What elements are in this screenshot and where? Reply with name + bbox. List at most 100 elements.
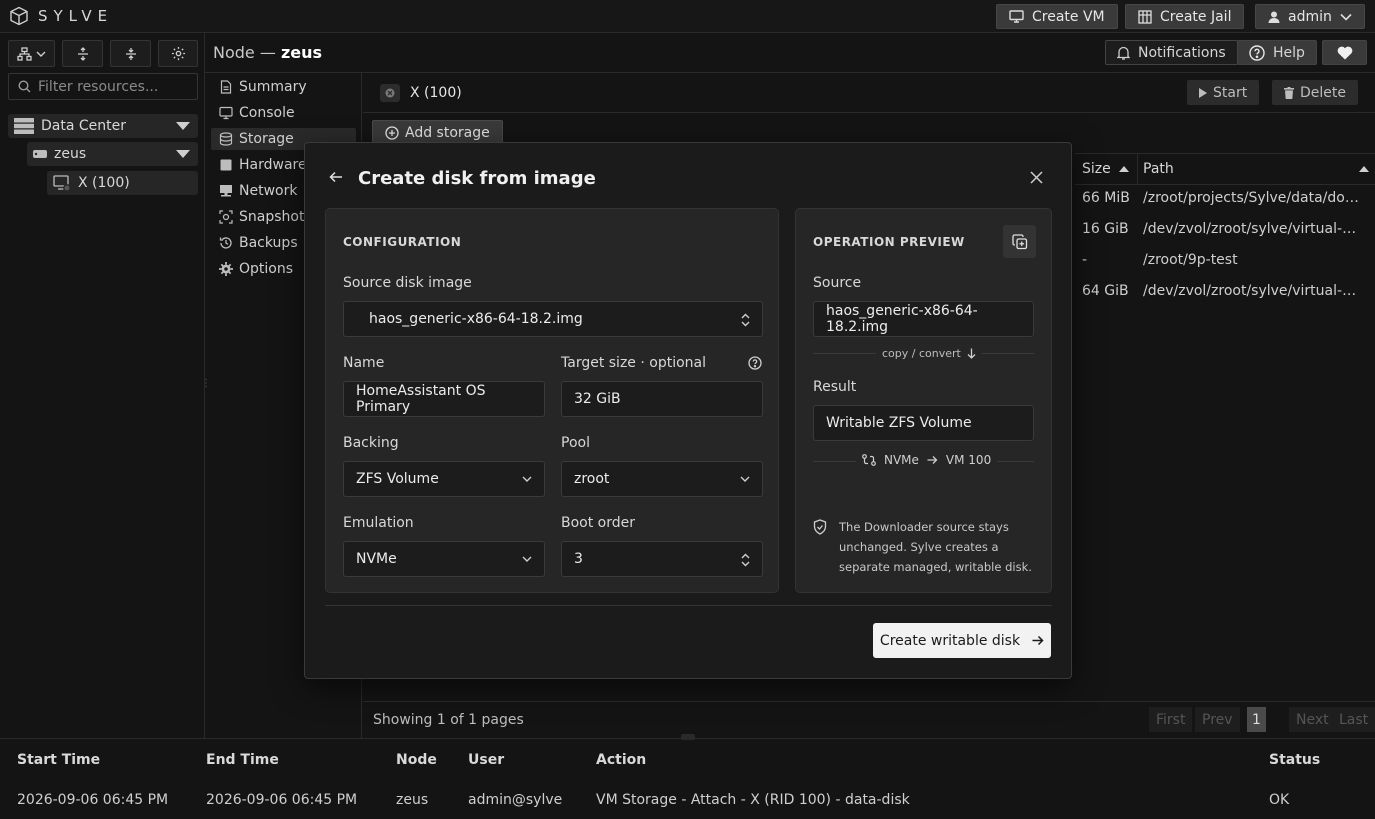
preview-heading: OPERATION PREVIEW <box>813 235 965 249</box>
column-size[interactable]: Size <box>1082 161 1129 177</box>
table-row[interactable]: - /zroot/9p-test <box>1075 245 1375 276</box>
sort-asc-icon <box>1118 166 1129 172</box>
cpu-icon <box>220 159 232 171</box>
cell-path: /dev/zvol/zroot/sylve/virtual-machines/1… <box>1143 221 1365 237</box>
log-header-user[interactable]: User <box>468 752 504 768</box>
expand-all-button[interactable] <box>62 40 103 67</box>
task-log-panel: Start Time End Time Node User Action Sta… <box>0 734 1375 819</box>
tree-item-vm[interactable]: X (100) <box>47 171 198 195</box>
resource-tree-panel: Filter resources... Data Center zeus X (… <box>0 33 211 738</box>
arrow-right-icon <box>927 456 938 464</box>
chevron-down-icon <box>1340 13 1352 21</box>
preview-source-value: haos_generic-x86-64-18.2.img <box>826 303 978 335</box>
pool-value: zroot <box>574 471 610 487</box>
table-row[interactable]: 66 MiB /zroot/projects/Sylve/data/downlo… <box>1075 183 1375 214</box>
column-divider <box>1137 154 1138 185</box>
backing-label: Backing <box>343 435 399 451</box>
pool-select[interactable]: zroot <box>561 461 763 497</box>
copy-button[interactable] <box>1003 225 1036 258</box>
add-storage-label: Add storage <box>405 124 490 141</box>
source-image-select[interactable]: haos_generic-x86-64-18.2.img <box>343 301 763 337</box>
server-icon <box>33 150 47 158</box>
operation-label: copy / convert <box>882 347 961 360</box>
boot-order-stepper[interactable]: 3 <box>561 541 763 577</box>
log-header-end[interactable]: End Time <box>206 752 279 768</box>
log-start-time: 2026-09-06 06:45 PM <box>17 792 169 808</box>
table-row[interactable]: 16 GiB /dev/zvol/zroot/sylve/virtual-mac… <box>1075 214 1375 245</box>
tree-item-label: zeus <box>54 146 87 162</box>
back-button[interactable] <box>329 171 343 183</box>
pager-first-button[interactable]: First <box>1149 707 1193 732</box>
dialog-divider <box>325 605 1052 606</box>
log-header-start[interactable]: Start Time <box>17 752 100 768</box>
delete-button[interactable]: Delete <box>1272 80 1358 105</box>
target-size-input[interactable]: 32 GiB <box>561 381 763 417</box>
emulation-select[interactable]: NVMe <box>343 541 545 577</box>
pager-prev-button[interactable]: Prev <box>1195 707 1240 732</box>
target-vm-label: VM 100 <box>945 453 992 467</box>
dialog-title: Create disk from image <box>358 168 596 189</box>
pager-last-button[interactable]: Last <box>1332 707 1375 732</box>
tree-view-toggle[interactable] <box>8 40 55 67</box>
start-button[interactable]: Start <box>1187 80 1260 105</box>
cell-path: /dev/zvol/zroot/sylve/virtual-machines/1… <box>1143 283 1365 299</box>
nav-item-label: Backups <box>239 235 298 251</box>
cell-size: 64 GiB <box>1082 283 1129 299</box>
sort-asc-icon <box>1359 166 1369 172</box>
table-row[interactable]: 64 GiB /dev/zvol/zroot/sylve/virtual-mac… <box>1075 276 1375 307</box>
brand: SYLVE <box>9 6 113 26</box>
create-writable-disk-button[interactable]: Create writable disk <box>873 623 1051 658</box>
close-icon <box>1030 171 1043 184</box>
name-value: HomeAssistant OS Primary <box>356 383 486 415</box>
tree-settings-button[interactable] <box>158 40 198 67</box>
log-end-time: 2026-09-06 06:45 PM <box>206 792 358 808</box>
create-jail-button[interactable]: Create Jail <box>1125 4 1245 29</box>
help-circle-icon[interactable] <box>748 356 762 370</box>
create-vm-button[interactable]: Create VM <box>996 4 1118 29</box>
tree-item-datacenter[interactable]: Data Center <box>8 114 198 138</box>
name-input[interactable]: HomeAssistant OS Primary <box>343 381 545 417</box>
source-image-label: Source disk image <box>343 275 472 291</box>
pager-next-button[interactable]: Next <box>1289 707 1336 732</box>
backing-select[interactable]: ZFS Volume <box>343 461 545 497</box>
tree-item-label: Data Center <box>41 118 126 134</box>
log-header-action[interactable]: Action <box>596 752 646 768</box>
preview-source-label: Source <box>813 275 862 291</box>
chevron-updown-icon[interactable] <box>741 553 750 567</box>
nav-item-summary[interactable]: Summary <box>211 76 356 98</box>
preview-result-label: Result <box>813 379 857 395</box>
resize-handle-icon[interactable] <box>681 734 695 740</box>
nav-item-console[interactable]: Console <box>211 102 356 124</box>
log-header-status[interactable]: Status <box>1269 752 1320 768</box>
user-menu[interactable]: admin <box>1255 4 1365 29</box>
nav-item-label: Summary <box>239 79 307 95</box>
close-button[interactable] <box>1030 171 1043 184</box>
emulation-value: NVMe <box>356 551 397 567</box>
gear-icon <box>171 46 185 61</box>
collapse-all-button[interactable] <box>110 40 151 67</box>
chevron-down-icon <box>36 51 46 57</box>
log-header-node[interactable]: Node <box>396 752 437 768</box>
help-button[interactable]: Help <box>1237 40 1317 65</box>
log-user: admin@sylve <box>468 792 563 808</box>
cell-size: 66 MiB <box>1082 190 1130 206</box>
log-node: zeus <box>396 792 429 808</box>
cell-path: /zroot/projects/Sylve/data/downloads/hao… <box>1143 190 1365 206</box>
filter-resources-input[interactable]: Filter resources... <box>8 73 198 100</box>
pager-page-number[interactable]: 1 <box>1247 707 1266 732</box>
chevron-down-icon[interactable] <box>176 122 190 130</box>
monitor-icon <box>1009 10 1024 23</box>
vm-monitor-icon <box>53 174 71 192</box>
chevron-down-icon[interactable] <box>176 150 190 158</box>
tree-item-node[interactable]: zeus <box>27 142 198 166</box>
top-bar: SYLVE Create VM Create Jail admin <box>0 0 1375 33</box>
notifications-button[interactable]: Notifications <box>1105 40 1238 65</box>
donate-button[interactable] <box>1322 40 1367 65</box>
notifications-label: Notifications <box>1138 44 1226 61</box>
chevron-down-icon <box>522 476 532 482</box>
column-path[interactable]: Path <box>1143 161 1369 177</box>
brand-name: SYLVE <box>38 7 114 25</box>
target-size-value: 32 GiB <box>574 391 621 407</box>
help-label: Help <box>1273 44 1305 61</box>
bus-icon <box>862 454 876 466</box>
